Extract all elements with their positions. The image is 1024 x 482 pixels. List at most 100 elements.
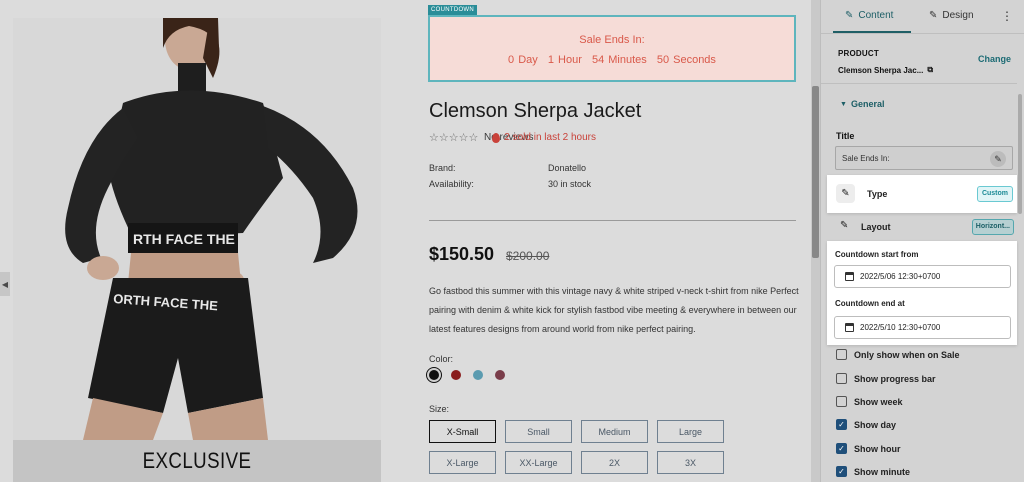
product-photo: RTH FACE THE ORTH FACE THE: [13, 18, 381, 440]
checkbox-label: Show day: [854, 419, 897, 430]
title-field-label: Title: [836, 131, 855, 141]
countdown-values: 0 Day 1 Hour 54 Minutes 50 Seconds: [430, 54, 794, 66]
countdown-minutes: 54 Minutes: [591, 54, 647, 66]
panel-scrollbar-thumb[interactable]: [1018, 94, 1022, 214]
countdown-block-tag[interactable]: COUNTDOWN: [428, 5, 478, 15]
show-minute-option[interactable]: ✓ Show minute: [836, 466, 910, 477]
type-setting[interactable]: ✎ Type Custom: [827, 175, 1017, 213]
selected-product[interactable]: Clemson Sherpa Jac... ⧉: [838, 65, 933, 75]
selected-product-name: Clemson Sherpa Jac...: [838, 65, 924, 75]
size-options: X-Small Small Medium Large X-Large XX-La…: [429, 420, 724, 474]
color-swatch[interactable]: [495, 370, 505, 380]
size-option[interactable]: 2X: [581, 451, 648, 474]
checkbox-checked[interactable]: ✓: [836, 443, 847, 454]
size-option[interactable]: X-Small: [429, 420, 496, 443]
panel-scrollbar[interactable]: [1017, 34, 1023, 482]
size-option[interactable]: XX-Large: [505, 451, 572, 474]
product-title: Clemson Sherpa Jacket: [429, 100, 642, 122]
change-product-button[interactable]: Change: [978, 54, 1011, 64]
collapse-left-handle[interactable]: ◀: [0, 272, 10, 296]
countdown-dates: Countdown start from 2022/5/06 12:30+070…: [827, 241, 1017, 345]
sold-indicator: 2 sold in last 2 hours: [492, 132, 596, 143]
product-image: RTH FACE THE ORTH FACE THE EXCLUSIVE: [13, 18, 381, 482]
checkbox-label: Show minute: [854, 466, 910, 477]
checkbox[interactable]: [836, 349, 847, 360]
model-illustration: RTH FACE THE ORTH FACE THE: [65, 18, 358, 440]
sold-text: 2 sold in last 2 hours: [504, 132, 596, 143]
checkbox-checked[interactable]: ✓: [836, 466, 847, 477]
rating-stars-icon: ☆☆☆☆☆: [429, 132, 479, 144]
pen-icon: ✎: [845, 10, 854, 21]
end-date-value: 2022/5/10 12:30+0700: [860, 323, 941, 332]
size-option[interactable]: Large: [657, 420, 724, 443]
product-price: $150.50: [429, 244, 495, 264]
checkbox-label: Show hour: [854, 443, 901, 454]
size-option[interactable]: Small: [505, 420, 572, 443]
type-label: Type: [867, 189, 888, 199]
start-date-value: 2022/5/06 12:30+0700: [860, 272, 941, 281]
only-show-on-sale-option[interactable]: Only show when on Sale: [836, 349, 960, 360]
tab-content[interactable]: ✎ Content: [845, 10, 893, 21]
divider: [429, 220, 796, 221]
type-value-badge[interactable]: Custom: [976, 186, 1013, 202]
canvas-scrollbar[interactable]: [811, 0, 820, 482]
start-date-label: Countdown start from: [835, 250, 919, 259]
fire-icon: [492, 132, 501, 143]
tab-content-label: Content: [858, 10, 894, 21]
panel-tabs: ✎ Content ✎ Design ⋮: [821, 0, 1024, 34]
color-swatch[interactable]: [473, 370, 483, 380]
checkbox[interactable]: [836, 373, 847, 384]
calendar-icon: [845, 272, 854, 281]
general-section-toggle[interactable]: ▼ General: [821, 90, 1017, 120]
size-label: Size:: [429, 404, 450, 414]
end-date-label: Countdown end at: [835, 299, 905, 308]
brush-icon: ✎: [929, 10, 938, 21]
checkbox-checked[interactable]: ✓: [836, 419, 847, 430]
show-week-option[interactable]: Show week: [836, 396, 903, 407]
active-tab-indicator: [833, 31, 911, 33]
chevron-left-icon: ◀: [1, 279, 9, 289]
product-section-label: PRODUCT: [838, 49, 879, 58]
show-day-option[interactable]: ✓ Show day: [836, 419, 896, 430]
title-input[interactable]: Sale Ends In: ✎: [835, 146, 1013, 170]
countdown-hours: 1 Hour: [547, 54, 582, 66]
product-description: Go fastbod this summer with this vintage…: [429, 286, 799, 334]
layout-value-badge[interactable]: Horizont...: [971, 219, 1014, 235]
size-option[interactable]: Medium: [581, 420, 648, 443]
color-swatch[interactable]: [429, 370, 439, 380]
edit-icon[interactable]: ✎: [990, 151, 1006, 167]
calendar-icon: [845, 323, 854, 332]
color-swatch[interactable]: [451, 370, 461, 380]
product-old-price: $200.00: [506, 249, 550, 263]
color-swatches: [429, 370, 505, 380]
caret-down-icon: ▼: [840, 101, 847, 108]
canvas-scrollbar-thumb[interactable]: [812, 86, 819, 258]
pen-icon: ✎: [840, 220, 849, 231]
exclusive-label: EXCLUSIVE: [142, 448, 252, 473]
show-hour-option[interactable]: ✓ Show hour: [836, 443, 901, 454]
countdown-seconds: 50 Seconds: [656, 54, 716, 66]
editor-canvas: ◀ RTH FACE THE ORTH FACE THE EXCLUSIVE C…: [0, 0, 820, 482]
availability-value: 30 in stock: [548, 179, 592, 189]
tab-design-label: Design: [942, 10, 974, 21]
product-section: PRODUCT Clemson Sherpa Jac... ⧉ Change: [821, 34, 1017, 84]
general-section-label: General: [851, 99, 885, 109]
checkbox-label: Only show when on Sale: [854, 349, 960, 360]
svg-text:RTH FACE THE: RTH FACE THE: [133, 231, 235, 247]
countdown-block[interactable]: Sale Ends In: 0 Day 1 Hour 54 Minutes 50…: [428, 15, 796, 82]
checkbox[interactable]: [836, 396, 847, 407]
size-option[interactable]: 3X: [657, 451, 724, 474]
checkbox-label: Show week: [854, 396, 903, 407]
title-input-value: Sale Ends In:: [842, 154, 890, 163]
external-link-icon[interactable]: ⧉: [927, 65, 933, 75]
end-date-input[interactable]: 2022/5/10 12:30+0700: [834, 316, 1011, 339]
brand-label: Brand:: [429, 163, 456, 173]
more-options-icon[interactable]: ⋮: [1001, 9, 1013, 23]
pen-icon: ✎: [836, 184, 855, 203]
checkbox-label: Show progress bar: [854, 373, 936, 384]
size-option[interactable]: X-Large: [429, 451, 496, 474]
start-date-input[interactable]: 2022/5/06 12:30+0700: [834, 265, 1011, 288]
show-progress-bar-option[interactable]: Show progress bar: [836, 373, 936, 384]
layout-setting[interactable]: ✎ Layout Horizont...: [834, 216, 1014, 238]
tab-design[interactable]: ✎ Design: [929, 10, 974, 21]
